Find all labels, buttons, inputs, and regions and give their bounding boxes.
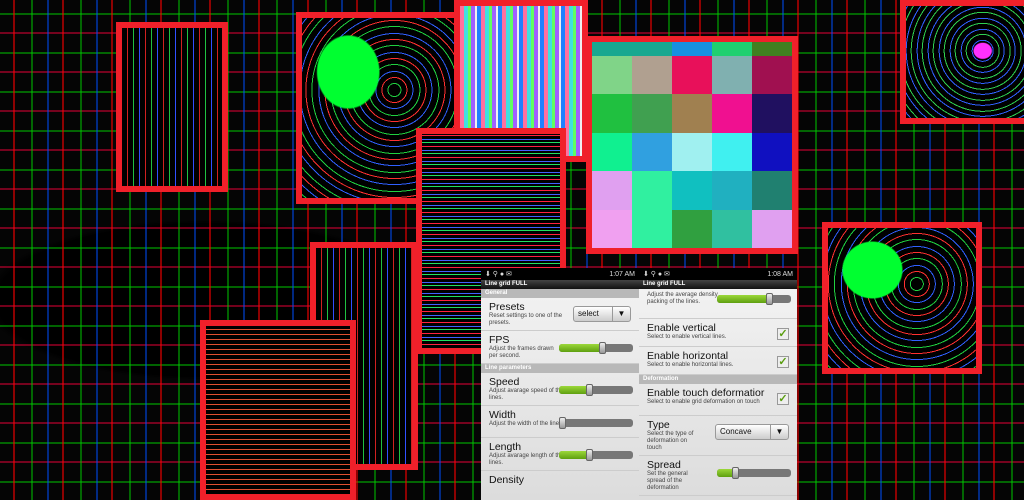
setting-summary: Adjust the average density packing of th… [647, 292, 718, 305]
color-cell [592, 42, 632, 56]
setting-summary: Set the general spread of the deformatio… [647, 471, 688, 491]
settings-screen-2: ⬇ ⚲ ● ✉ 1:08 AM Line grid FULL Adjust the… [639, 268, 797, 500]
preview-thumbnail [116, 22, 228, 192]
dropdown-value: select [578, 309, 599, 318]
setting-title: Density [489, 474, 525, 486]
fps-setting: FPS Adjust the frames drawn per second. [481, 331, 639, 364]
slider-knob[interactable] [558, 417, 566, 429]
status-bar: ⬇ ⚲ ● ✉ 1:07 AM [481, 268, 639, 280]
color-cell [632, 42, 672, 56]
color-cell [592, 171, 632, 210]
spread-slider[interactable] [717, 467, 791, 479]
app-title: Line grid FULL [481, 280, 639, 289]
chevron-down-icon: ▼ [612, 307, 630, 321]
color-cell [672, 56, 712, 95]
density-slider[interactable] [717, 293, 791, 305]
setting-title: Enable horizontal [647, 350, 729, 362]
setting-summary: Adjust avarage speed of the lines. [489, 388, 564, 401]
color-cell [592, 94, 632, 133]
preview-thumbnail [822, 222, 982, 374]
color-cell [712, 56, 752, 95]
slider-knob[interactable] [731, 467, 739, 479]
touch-deformation-setting[interactable]: Enable touch deformatior Select to enable… [639, 384, 797, 416]
length-slider[interactable] [559, 449, 633, 461]
slider-knob[interactable] [586, 384, 594, 396]
color-cell [712, 42, 752, 56]
notification-icons: ⬇ ⚲ ● ✉ [643, 271, 670, 278]
setting-summary: Adjust the width of the lines. [489, 421, 564, 427]
color-cell [632, 171, 672, 210]
color-cell [632, 56, 672, 95]
section-header: Line parameters [481, 364, 639, 373]
color-cell [592, 132, 632, 172]
fps-slider[interactable] [559, 342, 633, 354]
section-header: General [481, 289, 639, 298]
dropdown-value: Concave [720, 427, 752, 436]
color-cell [592, 209, 632, 248]
preview-thumbnail [900, 0, 1024, 124]
enable-horizontal-setting[interactable]: Enable horizontal Select to enable horizo… [639, 347, 797, 375]
color-cell [712, 209, 752, 248]
slider-knob[interactable] [766, 293, 774, 305]
length-setting: Length Adjust avarage length of the lines… [481, 438, 639, 471]
color-cell [752, 209, 792, 248]
slider-fill [559, 344, 604, 352]
setting-summary: Adjust the frames drawn per second. [489, 346, 554, 359]
chevron-down-icon: ▼ [770, 425, 788, 439]
type-setting[interactable]: Type Select the type of deformation on to… [639, 416, 797, 456]
color-cell [712, 171, 752, 210]
color-cell [672, 42, 712, 56]
spread-setting: Spread Set the general spread of the defo… [639, 456, 797, 496]
width-setting: Width Adjust the width of the lines. [481, 406, 639, 438]
color-cell [752, 132, 792, 172]
slider-knob[interactable] [599, 342, 607, 354]
slider-fill [717, 295, 771, 303]
color-cell [592, 56, 632, 95]
preview-thumbnail [200, 320, 356, 500]
color-cell [752, 56, 792, 95]
speed-setting: Speed Adjust avarage speed of the lines. [481, 373, 639, 406]
density-setting: Density [481, 471, 639, 500]
setting-summary: Select to enable horizontal lines. [647, 362, 734, 368]
color-cell [632, 94, 672, 133]
setting-summary: Select to enable grid deformation on tou… [647, 399, 760, 405]
slider-knob[interactable] [586, 449, 594, 461]
presets-dropdown[interactable]: select ▼ [573, 306, 631, 322]
color-cell [632, 209, 672, 248]
width-slider[interactable] [558, 417, 633, 429]
color-grid-preview [586, 36, 798, 254]
settings-screen-1: ⬇ ⚲ ● ✉ 1:07 AM Line grid FULL General Pr… [481, 268, 639, 500]
setting-title: Enable vertical [647, 322, 716, 334]
clock: 1:07 AM [609, 270, 635, 278]
color-cell [712, 132, 752, 172]
notification-icons: ⬇ ⚲ ● ✉ [485, 271, 512, 278]
presets-setting[interactable]: Presets Reset settings to one of the pres… [481, 298, 639, 331]
color-cell [752, 171, 792, 210]
touch-deformation-checkbox[interactable]: ✓ [777, 393, 789, 405]
app-title: Line grid FULL [639, 280, 797, 289]
color-cell [632, 132, 672, 172]
enable-horizontal-checkbox[interactable]: ✓ [777, 356, 789, 368]
speed-slider[interactable] [559, 384, 633, 396]
color-cell [672, 171, 712, 210]
color-cell [672, 94, 712, 133]
setting-summary: Reset settings to one of the presets. [489, 313, 563, 326]
setting-summary: Adjust avarage length of the lines. [489, 453, 564, 466]
section-header: Deformation [639, 375, 797, 384]
setting-summary: Select the type of deformation on touch [647, 431, 694, 451]
color-cell [752, 42, 792, 56]
enable-vertical-checkbox[interactable]: ✓ [777, 328, 789, 340]
enable-vertical-setting[interactable]: Enable vertical Select to enable vertical… [639, 319, 797, 347]
status-bar: ⬇ ⚲ ● ✉ 1:08 AM [639, 268, 797, 280]
color-cell [712, 94, 752, 133]
color-cell [672, 209, 712, 248]
type-dropdown[interactable]: Concave ▼ [715, 424, 789, 440]
clock: 1:08 AM [767, 270, 793, 278]
setting-summary: Select to enable vertical lines. [647, 334, 727, 340]
color-cell [672, 132, 712, 172]
density-setting: Adjust the average density packing of th… [639, 289, 797, 319]
color-cell [752, 94, 792, 133]
setting-title: Enable touch deformatior [647, 387, 765, 399]
